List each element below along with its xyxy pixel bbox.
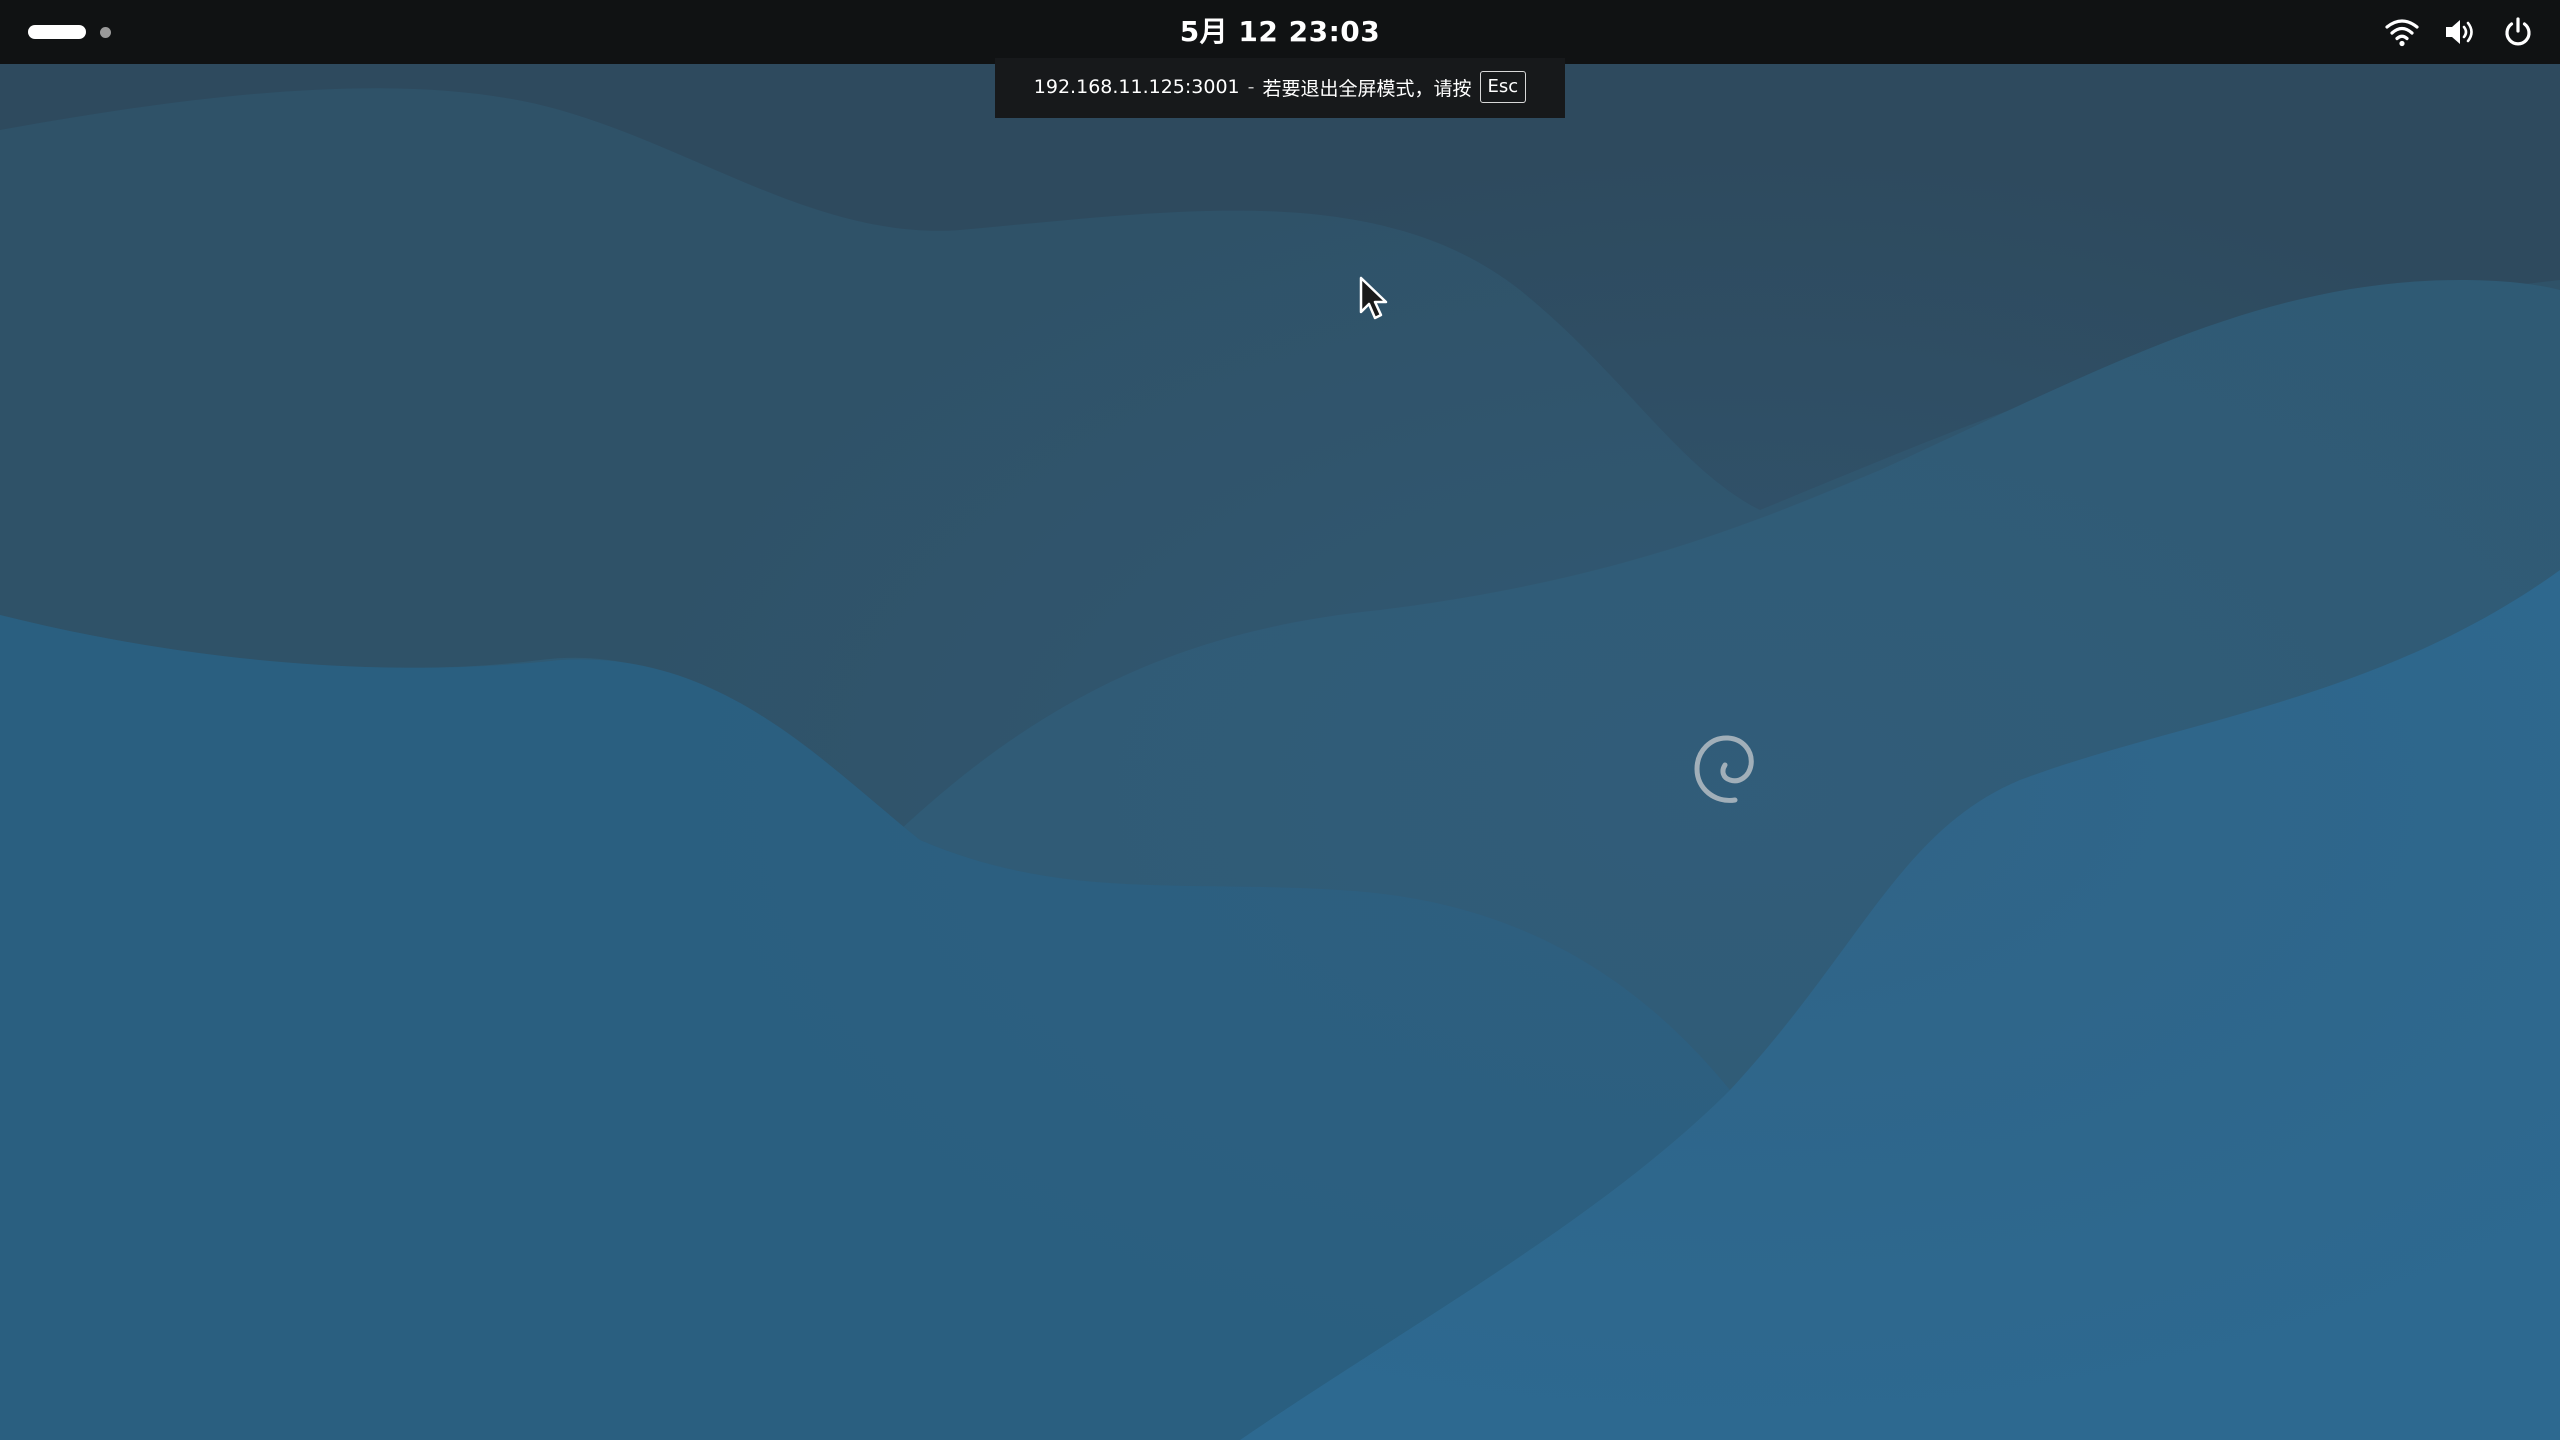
mouse-pointer-icon — [1359, 276, 1388, 320]
wifi-icon[interactable] — [2384, 14, 2420, 50]
activities-button[interactable] — [28, 22, 111, 42]
desktop[interactable]: 5月 12 23:03 192.168.11.125:3001 - 若要退出全屏… — [0, 0, 2560, 1440]
fullscreen-exit-notice: 192.168.11.125:3001 - 若要退出全屏模式，请按 Esc — [995, 58, 1565, 118]
notice-separator: - — [1247, 76, 1255, 98]
notice-message: 若要退出全屏模式，请按 — [1262, 77, 1472, 100]
workspace-indicator-active[interactable] — [28, 25, 86, 39]
debian-swirl-icon — [1694, 735, 1754, 803]
notice-address: 192.168.11.125:3001 — [1033, 76, 1240, 98]
top-bar: 5月 12 23:03 — [0, 0, 2560, 64]
volume-icon[interactable] — [2442, 14, 2478, 50]
power-icon[interactable] — [2500, 14, 2536, 50]
wallpaper — [0, 0, 2560, 1440]
date-time-clock[interactable]: 5月 12 23:03 — [1130, 0, 1430, 64]
system-tray[interactable] — [2384, 14, 2536, 50]
esc-key-badge: Esc — [1479, 71, 1527, 103]
workspace-indicator[interactable] — [100, 26, 111, 38]
